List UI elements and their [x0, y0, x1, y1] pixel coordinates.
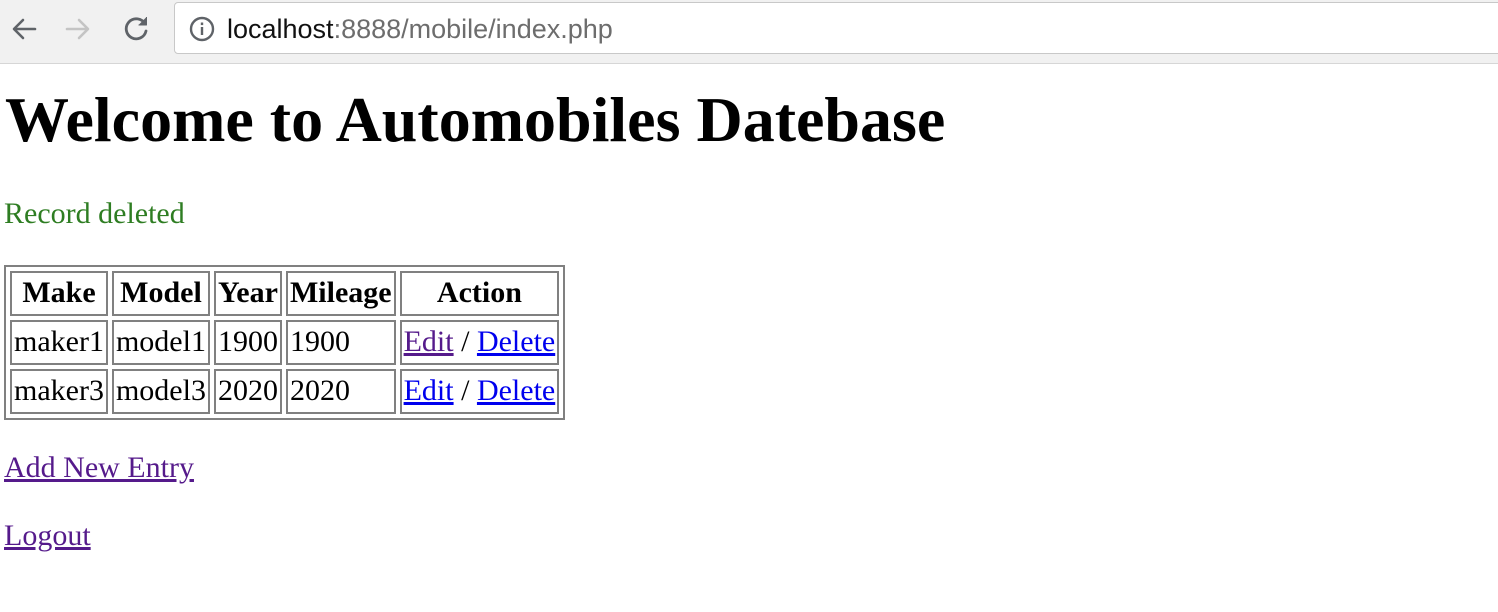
- add-new-entry-link[interactable]: Add New Entry: [4, 451, 194, 484]
- cell-mileage: 2020: [285, 369, 396, 414]
- cell-make: maker3: [10, 369, 108, 414]
- automobiles-table: Make Model Year Mileage Action maker1 mo…: [4, 265, 566, 420]
- cell-year: 1900: [213, 320, 282, 365]
- back-button[interactable]: [9, 14, 39, 44]
- cell-model: model1: [111, 320, 210, 365]
- url-text: localhost:8888/mobile/index.php: [227, 13, 613, 45]
- reload-icon: [124, 17, 148, 41]
- cell-action: Edit / Delete: [399, 320, 560, 365]
- delete-link[interactable]: Delete: [477, 374, 555, 407]
- logout-link[interactable]: Logout: [4, 519, 91, 552]
- forward-button[interactable]: [63, 14, 93, 44]
- column-header-make: Make: [10, 271, 108, 316]
- logout-container: Logout: [4, 518, 91, 554]
- column-header-model: Model: [111, 271, 210, 316]
- edit-link[interactable]: Edit: [404, 374, 454, 407]
- page-title: Welcome to Automobiles Datebase: [5, 84, 946, 155]
- info-icon[interactable]: [189, 16, 215, 42]
- delete-link[interactable]: Delete: [477, 325, 555, 358]
- table-header-row: Make Model Year Mileage Action: [10, 271, 560, 316]
- cell-mileage: 1900: [285, 320, 396, 365]
- url-path: :8888/mobile/index.php: [333, 14, 613, 44]
- column-header-action: Action: [399, 271, 560, 316]
- arrow-right-icon: [65, 18, 90, 40]
- address-bar[interactable]: localhost:8888/mobile/index.php: [174, 2, 1498, 54]
- edit-link[interactable]: Edit: [404, 325, 454, 358]
- column-header-mileage: Mileage: [285, 271, 396, 316]
- arrow-left-icon: [12, 18, 37, 40]
- cell-make: maker1: [10, 320, 108, 365]
- cell-model: model3: [111, 369, 210, 414]
- browser-toolbar: localhost:8888/mobile/index.php: [0, 0, 1498, 64]
- table-row: maker3 model3 2020 2020 Edit / Delete: [10, 369, 560, 414]
- action-separator: /: [461, 325, 470, 358]
- cell-year: 2020: [213, 369, 282, 414]
- reload-button[interactable]: [121, 14, 151, 44]
- flash-message: Record deleted: [4, 197, 185, 230]
- action-separator: /: [461, 374, 470, 407]
- cell-action: Edit / Delete: [399, 369, 560, 414]
- column-header-year: Year: [213, 271, 282, 316]
- add-entry-container: Add New Entry: [4, 450, 194, 486]
- url-host: localhost: [227, 14, 334, 44]
- table-row: maker1 model1 1900 1900 Edit / Delete: [10, 320, 560, 365]
